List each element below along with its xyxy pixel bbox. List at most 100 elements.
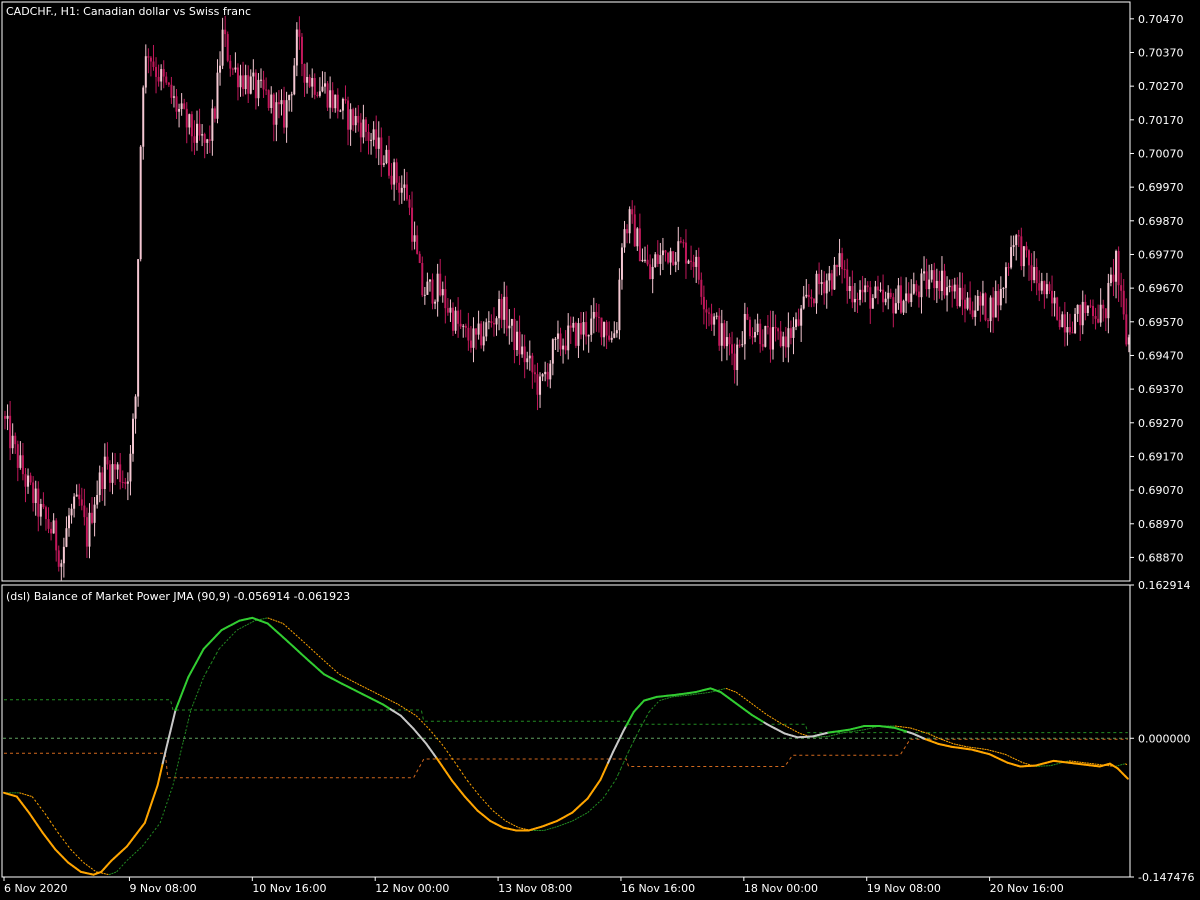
candle-body-down	[1063, 314, 1066, 333]
candle-body-up	[567, 325, 570, 351]
candle-body-up	[958, 287, 961, 307]
candle-body-down	[536, 374, 539, 395]
time-tick-label: 18 Nov 00:00	[744, 882, 818, 895]
candle-body-up	[613, 333, 616, 338]
indicator-tick-label: -0.147476	[1138, 871, 1194, 884]
time-tick-label: 12 Nov 00:00	[375, 882, 449, 895]
candle-body-up	[34, 488, 37, 504]
candle-body-down	[357, 116, 360, 123]
candle-body-down	[656, 254, 659, 264]
candle-body-up	[715, 315, 718, 317]
candle-body-up	[503, 296, 506, 320]
candle-body-down	[559, 333, 562, 350]
candle-body-down	[83, 505, 86, 518]
candle-body-up	[75, 494, 78, 497]
candle-body-up	[216, 72, 219, 119]
candle-body-down	[416, 235, 419, 254]
candle-body-down	[733, 353, 736, 371]
candle-body-up	[764, 325, 767, 347]
candle-body-down	[1079, 304, 1082, 326]
candle-body-down	[152, 61, 155, 67]
candle-body-up	[628, 209, 631, 234]
candle-body-down	[190, 114, 193, 137]
candle-body-down	[1071, 332, 1074, 334]
candle-body-down	[961, 287, 964, 300]
candle-body-up	[285, 100, 288, 128]
candle-body-down	[452, 307, 454, 331]
candle-body-up	[39, 504, 42, 517]
candle-body-down	[1051, 290, 1054, 304]
candle-body-down	[682, 242, 685, 244]
candle-body-up	[879, 289, 882, 291]
candle-body-up	[838, 253, 841, 268]
candle-body-up	[615, 330, 618, 334]
candle-body-down	[984, 293, 987, 321]
candle-body-down	[784, 336, 787, 348]
candle-body-down	[1043, 281, 1046, 295]
candle-body-up	[19, 455, 22, 468]
candle-body-down	[585, 322, 588, 337]
candle-body-up	[587, 334, 590, 337]
candle-body-up	[129, 453, 132, 482]
candle-body-down	[876, 286, 879, 291]
price-tick-label: 0.70070	[1138, 147, 1184, 160]
candle-body-up	[720, 323, 723, 346]
candle-body-up	[516, 331, 518, 351]
candle-body-down	[1122, 290, 1125, 315]
candle-body-up	[495, 318, 498, 325]
candle-body-down	[869, 287, 872, 309]
candle-body-down	[633, 214, 636, 247]
candle-body-down	[490, 321, 493, 323]
candle-body-up	[541, 374, 544, 377]
candle-body-up	[526, 358, 529, 363]
candle-body-up	[160, 69, 163, 82]
candle-body-up	[930, 270, 933, 280]
candle-body-down	[165, 76, 168, 83]
candle-body-down	[531, 355, 534, 373]
candle-body-up	[562, 345, 565, 350]
candle-body-down	[580, 323, 582, 335]
price-tick-label: 0.69470	[1138, 349, 1184, 362]
candle-body-down	[421, 262, 424, 296]
candle-body-down	[1028, 250, 1030, 266]
candle-body-up	[362, 119, 365, 138]
candle-body-down	[446, 308, 449, 313]
candle-body-down	[1020, 236, 1023, 267]
chart-window[interactable]: 0.70470 0.70370 0.70270 0.70170 0.70070 0.699…	[0, 0, 1200, 900]
candle-body-down	[1038, 283, 1041, 291]
candle-body-up	[554, 338, 557, 340]
candle-body-down	[728, 337, 731, 345]
candle-body-down	[119, 464, 122, 482]
price-tick-label: 0.69070	[1138, 484, 1184, 497]
candle-body-up	[428, 279, 431, 282]
candle-body-up	[815, 273, 818, 304]
candle-body-down	[300, 36, 303, 64]
candle-body-down	[679, 241, 682, 243]
candle-body-down	[1094, 316, 1097, 319]
candle-body-up	[349, 109, 352, 130]
candle-body-up	[472, 328, 475, 348]
time-tick-label: 9 Nov 08:00	[129, 882, 196, 895]
candle-body-down	[1068, 327, 1071, 333]
candle-body-up	[70, 508, 73, 516]
candle-body-up	[902, 300, 905, 313]
candle-body-up	[454, 310, 457, 331]
candle-body-up	[144, 56, 147, 88]
candle-body-down	[231, 68, 234, 70]
candle-body-up	[549, 363, 552, 380]
candle-body-down	[469, 340, 472, 348]
candle-body-down	[147, 56, 150, 58]
candle-body-down	[518, 331, 521, 355]
candle-body-down	[224, 29, 227, 35]
candle-body-down	[114, 464, 117, 470]
candle-body-up	[1099, 304, 1102, 323]
candle-body-down	[812, 298, 815, 304]
candle-body-up	[1066, 327, 1069, 333]
candle-body-up	[280, 100, 283, 105]
candle-body-up	[372, 129, 375, 140]
candle-body-up	[853, 298, 856, 303]
candle-body-up	[485, 322, 488, 337]
candle-body-up	[610, 337, 613, 340]
candle-body-down	[731, 344, 734, 354]
time-tick-label: 16 Nov 16:00	[621, 882, 695, 895]
